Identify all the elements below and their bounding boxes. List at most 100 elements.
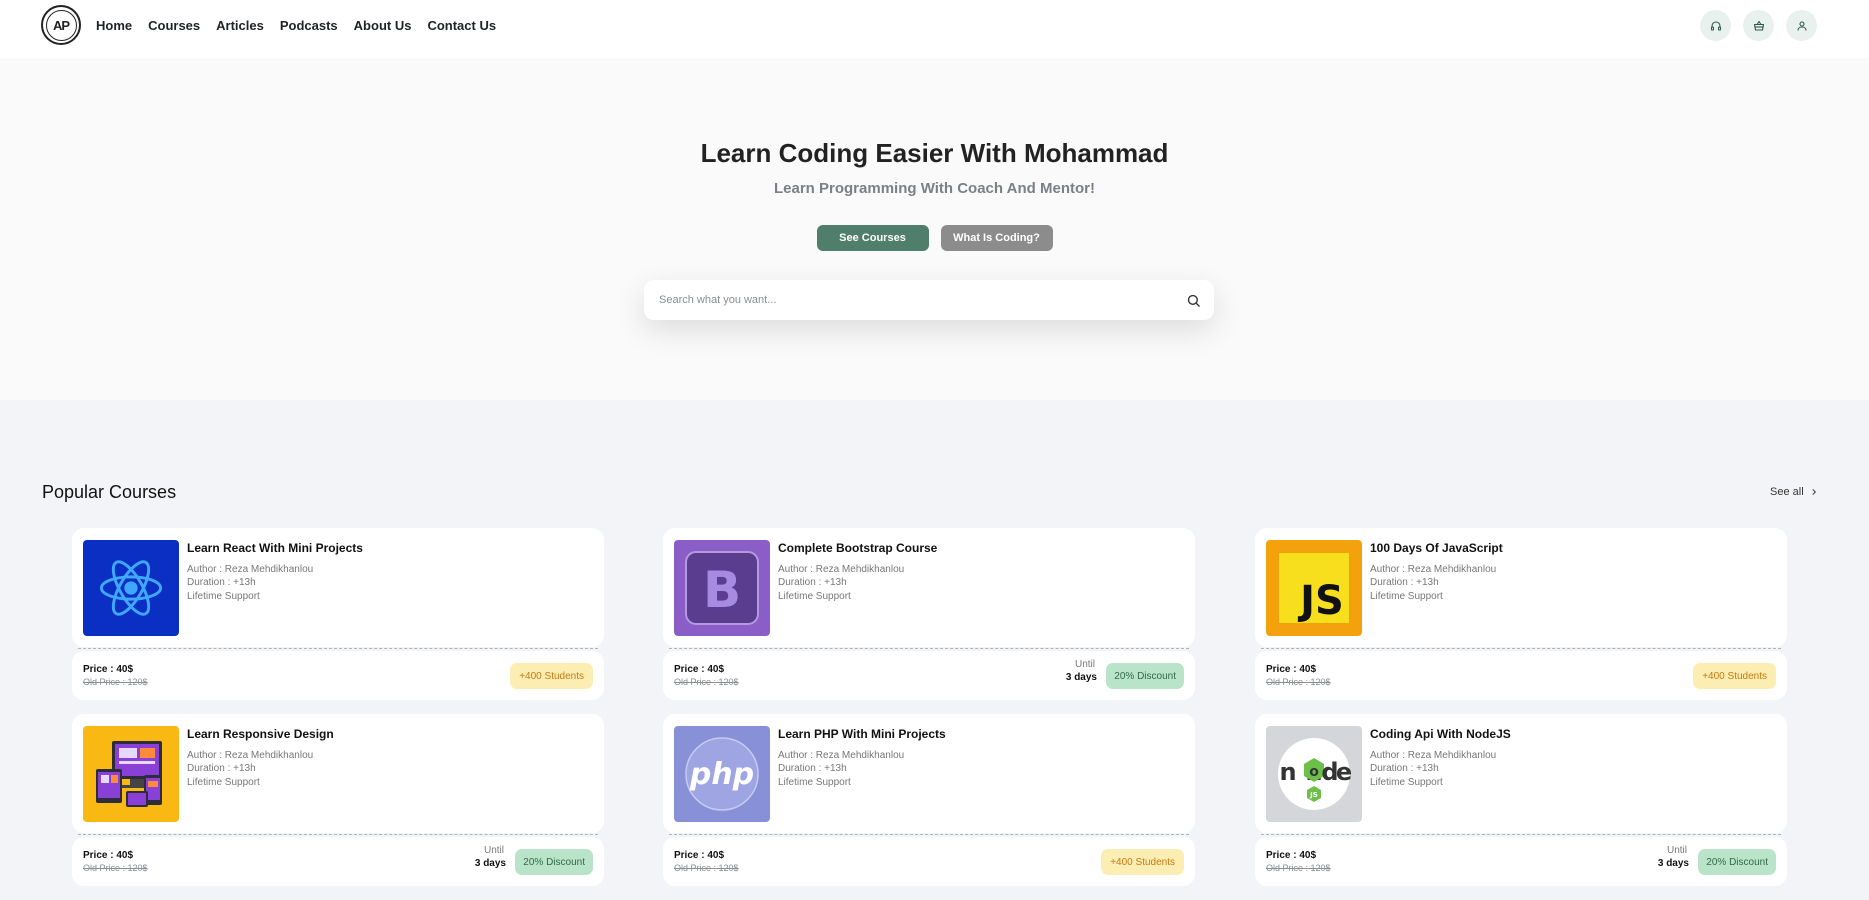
course-thumbnail[interactable]: B: [674, 540, 770, 636]
course-price: Price : 40$: [674, 664, 725, 675]
course-support: Lifetime Support: [187, 777, 260, 788]
course-support: Lifetime Support: [1370, 591, 1443, 602]
svg-text:e: e: [1336, 758, 1352, 786]
nav-courses[interactable]: Courses: [148, 18, 200, 33]
course-title[interactable]: Learn React With Mini Projects: [187, 541, 363, 555]
section-title: Popular Courses: [42, 482, 177, 502]
course-card[interactable]: Learn Responsive Design Author : Reza Me…: [72, 714, 604, 886]
user-icon: [1796, 20, 1807, 31]
headphones-icon: [1710, 20, 1721, 31]
discount-until-label: Until: [1666, 845, 1687, 856]
course-thumbnail[interactable]: JS: [1266, 540, 1362, 636]
course-card[interactable]: n n o d e JS Coding Api With NodeJS Auth…: [1255, 714, 1787, 886]
nodejs-logo-icon: n n o d e JS: [1278, 738, 1352, 810]
search-box: [644, 280, 1214, 320]
course-card[interactable]: php Learn PHP With Mini Projects Author …: [663, 714, 1195, 886]
course-author: Author : Reza Mehdikhanlou: [1370, 750, 1497, 761]
react-logo-icon: [99, 560, 163, 616]
course-author: Author : Reza Mehdikhanlou: [778, 750, 905, 761]
hero-subtitle: Learn Programming With Coach And Mentor!: [774, 180, 1095, 197]
discount-badge: 20% Discount: [515, 849, 593, 875]
discount-days: 3 days: [1065, 672, 1097, 683]
site-header: AP Home Courses Articles Podcasts About …: [0, 0, 1869, 58]
nav-podcasts[interactable]: Podcasts: [280, 18, 338, 33]
course-support: Lifetime Support: [778, 591, 851, 602]
nav-about-us[interactable]: About Us: [354, 18, 412, 33]
discount-days: 3 days: [1657, 858, 1689, 869]
svg-text:JS: JS: [1297, 578, 1344, 624]
course-price: Price : 40$: [83, 850, 134, 861]
card-divider: [78, 834, 598, 835]
discount-days: 3 days: [474, 858, 506, 869]
course-card[interactable]: JS 100 Days Of JavaScript Author : Reza …: [1255, 528, 1787, 700]
what-is-coding-button[interactable]: What Is Coding?: [940, 225, 1053, 251]
course-duration: Duration : +13h: [1370, 577, 1439, 588]
course-title[interactable]: Complete Bootstrap Course: [778, 541, 937, 555]
course-author: Author : Reza Mehdikhanlou: [1370, 564, 1497, 575]
course-duration: Duration : +13h: [778, 577, 847, 588]
course-price: Price : 40$: [1266, 664, 1317, 675]
header-actions: [1700, 10, 1817, 41]
course-thumbnail[interactable]: n n o d e JS: [1266, 726, 1362, 822]
svg-text:JS: JS: [1309, 791, 1318, 799]
course-duration: Duration : +13h: [187, 763, 256, 774]
account-button[interactable]: [1786, 10, 1817, 41]
course-price: Price : 40$: [674, 850, 725, 861]
basket-icon: [1753, 20, 1764, 31]
course-title[interactable]: Learn Responsive Design: [187, 727, 334, 741]
nav-contact-us[interactable]: Contact Us: [427, 18, 496, 33]
course-thumbnail[interactable]: [83, 540, 179, 636]
course-title[interactable]: Coding Api With NodeJS: [1370, 727, 1511, 741]
site-logo[interactable]: AP: [41, 5, 81, 45]
course-thumbnail[interactable]: [83, 726, 179, 822]
course-price: Price : 40$: [1266, 850, 1317, 861]
responsive-devices-icon: [96, 741, 162, 807]
course-price: Price : 40$: [83, 664, 134, 675]
course-support: Lifetime Support: [778, 777, 851, 788]
discount-until-label: Until: [483, 845, 504, 856]
course-title[interactable]: 100 Days Of JavaScript: [1370, 541, 1503, 555]
main-nav: Home Courses Articles Podcasts About Us …: [96, 18, 496, 33]
search-input[interactable]: [659, 290, 1159, 310]
students-badge: +400 Students: [510, 663, 593, 689]
course-author: Author : Reza Mehdikhanlou: [187, 750, 314, 761]
javascript-logo-icon: JS: [1279, 553, 1349, 624]
card-divider: [669, 834, 1189, 835]
see-all-label: See all: [1770, 486, 1804, 498]
course-duration: Duration : +13h: [187, 577, 256, 588]
nav-home[interactable]: Home: [96, 18, 132, 33]
nav-articles[interactable]: Articles: [216, 18, 264, 33]
svg-text:o: o: [1309, 764, 1319, 780]
hero-buttons: See Courses What Is Coding?: [0, 225, 1869, 251]
cart-button[interactable]: [1743, 10, 1774, 41]
course-duration: Duration : +13h: [1370, 763, 1439, 774]
course-title[interactable]: Learn PHP With Mini Projects: [778, 727, 946, 741]
logo-mark: AP: [45, 9, 77, 41]
discount-until-label: Until: [1074, 659, 1095, 670]
hero-section: Learn Coding Easier With Mohammad Learn …: [0, 58, 1869, 400]
course-duration: Duration : +13h: [778, 763, 847, 774]
bootstrap-logo-icon: B: [685, 551, 759, 625]
chevron-right-icon: [1812, 489, 1816, 495]
course-card[interactable]: B Complete Bootstrap Course Author : Rez…: [663, 528, 1195, 700]
see-courses-button[interactable]: See Courses: [816, 225, 929, 251]
course-author: Author : Reza Mehdikhanlou: [778, 564, 905, 575]
search-icon: [1187, 294, 1200, 307]
course-old-price: Old Price : 120$: [674, 677, 739, 687]
course-thumbnail[interactable]: php: [674, 726, 770, 822]
course-old-price: Old Price : 120$: [83, 677, 148, 687]
course-author: Author : Reza Mehdikhanlou: [187, 564, 314, 575]
course-card[interactable]: Learn React With Mini Projects Author : …: [72, 528, 604, 700]
card-divider: [1261, 648, 1781, 649]
course-old-price: Old Price : 120$: [674, 863, 739, 873]
card-divider: [669, 648, 1189, 649]
course-old-price: Old Price : 120$: [83, 863, 148, 873]
php-logo-icon: php: [685, 737, 759, 811]
discount-badge: 20% Discount: [1106, 663, 1184, 689]
course-old-price: Old Price : 120$: [1266, 677, 1331, 687]
hero-title: Learn Coding Easier With Mohammad: [700, 138, 1169, 168]
search-button[interactable]: [1182, 289, 1204, 311]
students-badge: +400 Students: [1101, 849, 1184, 875]
support-button[interactable]: [1700, 10, 1731, 41]
see-all-link[interactable]: See all: [1770, 486, 1818, 498]
